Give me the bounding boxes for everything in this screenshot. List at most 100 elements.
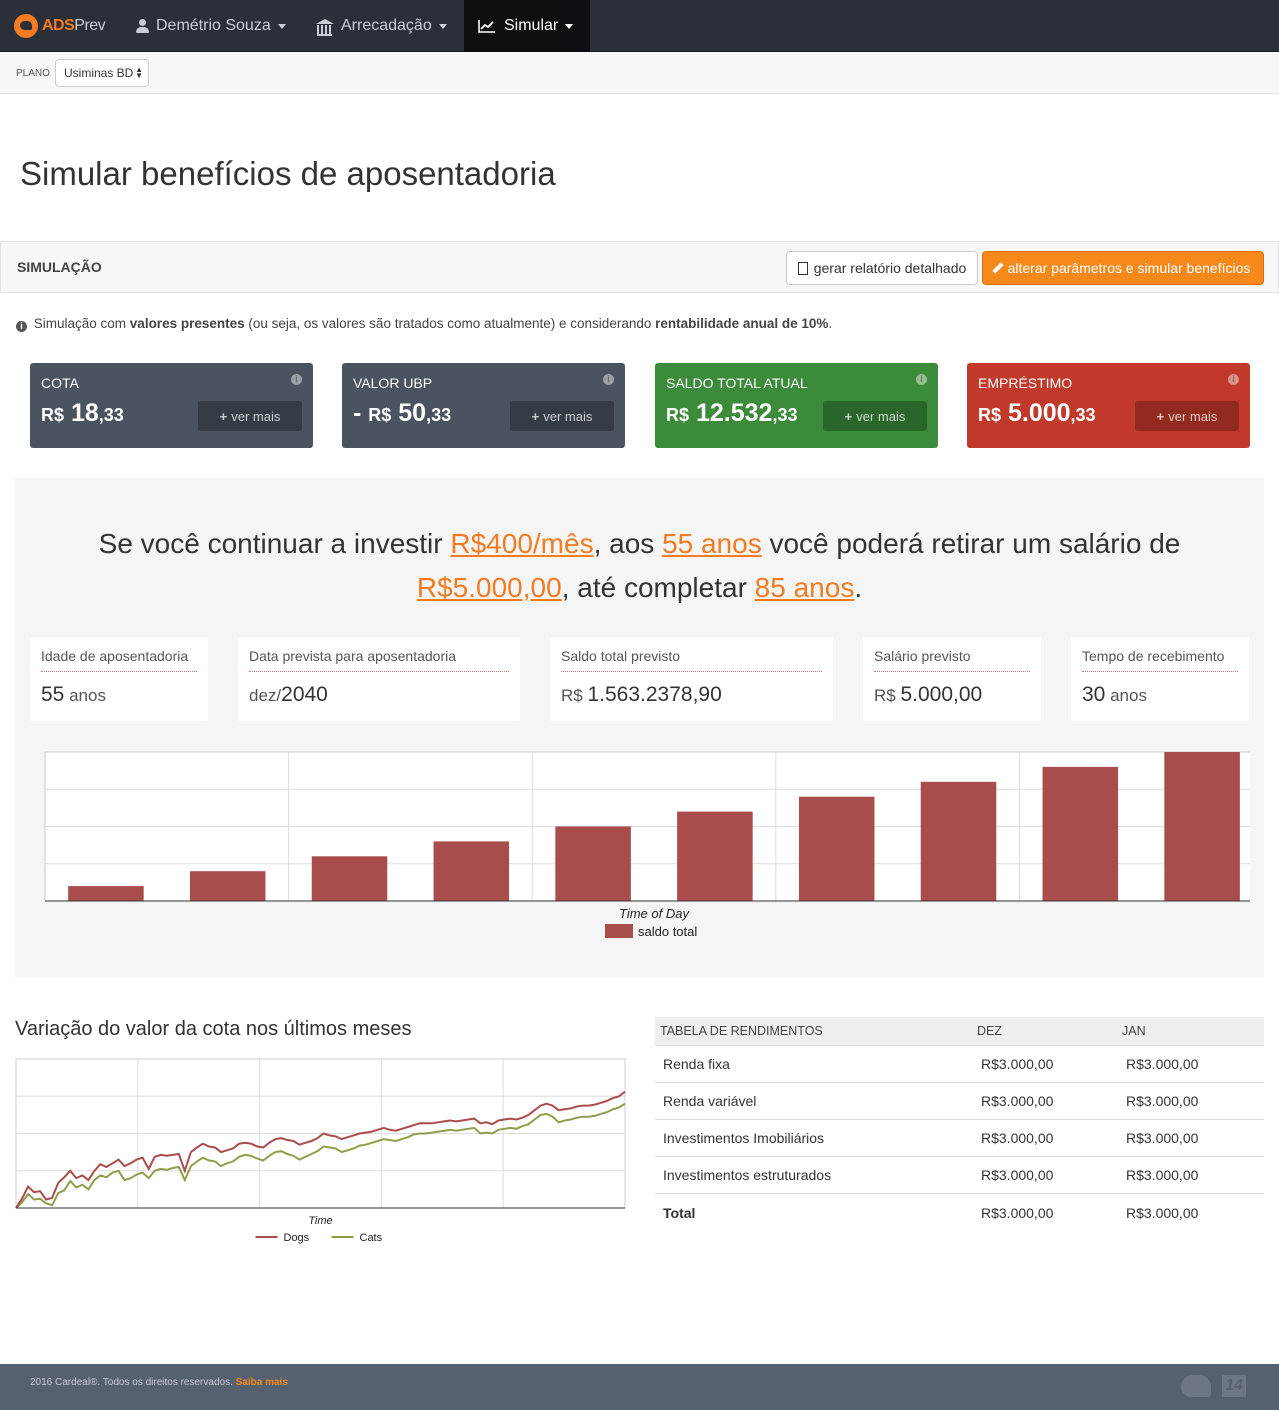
plano-select-value: Usiminas BD — [64, 66, 134, 80]
plan-bar: PLANO Usiminas BD ▲ ▼ — [0, 52, 1279, 94]
bank-icon — [316, 18, 334, 36]
brand-name: ADSPrev — [42, 17, 106, 34]
stat-card: SALDO TOTAL ATUAL i R$ 12.532,33 + ver mais — [655, 363, 938, 448]
info-icon[interactable]: i — [1228, 374, 1239, 385]
retirement-age-link[interactable]: 55 anos — [662, 528, 762, 559]
stat-card-value: - R$ 50,33 — [353, 399, 452, 427]
bar — [677, 811, 753, 901]
summary-box: Tempo de recebimento 30 anos — [1071, 637, 1249, 721]
line-chart-icon — [478, 20, 495, 33]
table-cell: R$3.000,00 — [1126, 1167, 1199, 1183]
summary-box: Salário previsto R$ 5.000,00 — [863, 637, 1041, 721]
table-cell: R$3.000,00 — [981, 1056, 1054, 1072]
bar — [555, 826, 631, 901]
plano-select[interactable]: Usiminas BD ▲ ▼ — [55, 59, 149, 87]
nav-simular-label: Simular — [504, 17, 559, 34]
summary-value: dez/2040 — [249, 683, 328, 706]
info-icon[interactable]: i — [603, 374, 614, 385]
info-icon[interactable]: i — [916, 374, 927, 385]
simulation-panel-header: SIMULAÇÃO gerar relatório detalhado alte… — [0, 241, 1279, 293]
bar — [920, 781, 997, 901]
bar-chart-plot — [44, 751, 1250, 902]
ver-mais-button[interactable]: + ver mais — [1135, 401, 1239, 431]
report-button-label: gerar relatório detalhado — [813, 260, 967, 276]
caret-down-icon — [565, 23, 574, 29]
ver-mais-label: ver mais — [543, 408, 593, 424]
saldo-bar-chart: Time of Day saldo total — [44, 751, 1250, 939]
nav-user-label: Demétrio Souza — [156, 17, 271, 34]
table-cell: R$3.000,00 — [981, 1167, 1054, 1183]
nav-arrecadacao-menu[interactable]: Arrecadação — [316, 0, 447, 52]
plus-icon: + — [531, 408, 540, 424]
table-cell: Investimentos estruturados — [663, 1167, 832, 1183]
x-axis-label: Time — [308, 1215, 332, 1227]
stat-card-value: R$ 18,33 — [41, 399, 124, 427]
stat-card: EMPRÉSTIMO i R$ 5.000,33 + ver mais — [967, 363, 1250, 448]
table-cell: Investimentos Imobiliários — [663, 1130, 825, 1146]
footer-copyright: 2016 Cardeal®. Todos os direitos reserva… — [30, 1377, 288, 1388]
simulation-info: i Simulação com valores presentes (ou se… — [16, 316, 832, 332]
report-button[interactable]: gerar relatório detalhado — [786, 251, 978, 285]
stat-card-label: VALOR UBP — [353, 375, 433, 391]
saiba-mais-link[interactable]: Saiba mais — [236, 1377, 288, 1388]
table-cell: R$3.000,00 — [981, 1204, 1054, 1221]
end-age-link[interactable]: 85 anos — [755, 572, 855, 603]
nav-user-menu[interactable]: Demétrio Souza — [136, 0, 286, 52]
salary-link[interactable]: R$5.000,00 — [417, 572, 562, 603]
nav-arrecadacao-label: Arrecadação — [341, 17, 432, 34]
summary-box: Idade de aposentadoria 55 anos — [30, 637, 208, 721]
bar — [1042, 766, 1119, 901]
table-row: Renda fixa R$3.000,00 R$3.000,00 — [655, 1046, 1264, 1083]
plus-icon: + — [844, 408, 853, 424]
column-header: JAN — [1122, 1024, 1146, 1038]
ver-mais-label: ver mais — [856, 408, 906, 424]
column-header: DEZ — [977, 1024, 1002, 1038]
summary-label: Data prevista para aposentadoria — [249, 648, 509, 672]
summary-label: Tempo de recebimento — [1082, 648, 1238, 672]
projection-section: Se você continuar a investir R$400/mês, … — [15, 478, 1264, 977]
page-title: Simular benefícios de aposentadoria — [20, 155, 556, 192]
legend-label: saldo total — [638, 924, 697, 939]
table-cell: R$3.000,00 — [1126, 1093, 1199, 1109]
stat-card-label: COTA — [41, 375, 79, 391]
simulate-button[interactable]: alterar parâmetros e simular benefícios — [982, 251, 1264, 285]
summary-box: Saldo total previsto R$ 1.563.2378,90 — [550, 637, 833, 721]
summary-value: 55 anos — [41, 683, 106, 706]
table-cell: R$3.000,00 — [1126, 1056, 1199, 1072]
stat-card-label: EMPRÉSTIMO — [978, 375, 1073, 391]
monthly-investment-link[interactable]: R$400/mês — [450, 528, 593, 559]
table-cell: Renda fixa — [663, 1056, 730, 1072]
ver-mais-button[interactable]: + ver mais — [198, 401, 302, 431]
summary-value: R$ 1.563.2378,90 — [561, 683, 722, 706]
nav-simular-menu[interactable]: Simular — [464, 0, 590, 52]
stat-card-value: R$ 5.000,33 — [978, 399, 1096, 427]
ver-mais-button[interactable]: + ver mais — [823, 401, 927, 431]
cota-chart-title: Variação do valor da cota nos últimos me… — [15, 1018, 412, 1040]
cardeal-logo-icon — [1181, 1375, 1211, 1397]
plus-icon: + — [219, 408, 228, 424]
summary-value: 30 anos — [1082, 683, 1147, 706]
ver-mais-label: ver mais — [1168, 408, 1218, 424]
info-icon[interactable]: i — [291, 374, 302, 385]
brand-logo[interactable]: ADSPrev — [14, 14, 106, 38]
table-cell: R$3.000,00 — [981, 1093, 1054, 1109]
table-row: Renda variável R$3.000,00 R$3.000,00 — [655, 1083, 1264, 1120]
stat-card-value: R$ 12.532,33 — [666, 399, 798, 427]
user-icon — [136, 19, 149, 33]
pencil-icon — [991, 262, 1004, 274]
adsprev-logo-icon — [14, 14, 38, 38]
pdf-file-icon — [797, 261, 808, 275]
rendimentos-table: TABELA DE RENDIMENTOS DEZ JAN Renda fixa R$3… — [655, 1017, 1264, 1231]
summary-box: Data prevista para aposentadoria dez/2040 — [238, 637, 520, 721]
legend-label: Cats — [360, 1232, 383, 1244]
version-badge: 14 — [1222, 1375, 1246, 1397]
table-cell: R$3.000,00 — [981, 1130, 1054, 1146]
summary-label: Saldo total previsto — [561, 648, 822, 672]
bar — [433, 841, 510, 901]
table-header: TABELA DE RENDIMENTOS DEZ JAN — [655, 1017, 1264, 1046]
table-row: Investimentos Imobiliários R$3.000,00 R$3.… — [655, 1120, 1264, 1157]
top-navbar: ADSPrev Demétrio Souza Arrecadação Simul… — [0, 0, 1279, 52]
caret-down-icon — [277, 23, 286, 29]
ver-mais-button[interactable]: + ver mais — [510, 401, 614, 431]
legend-swatch — [605, 924, 633, 938]
